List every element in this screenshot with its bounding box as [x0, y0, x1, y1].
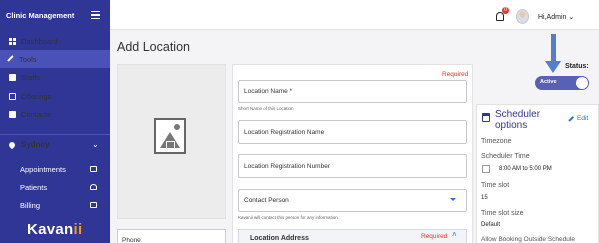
booking-outside-label: Allow Booking Outside Schedule	[481, 236, 575, 243]
kavanii-logo: Kavanii	[27, 221, 82, 238]
page-title: Add Location	[117, 40, 190, 54]
chevron-down-icon[interactable]: ⌄	[92, 140, 99, 149]
offerings-icon	[9, 92, 16, 100]
section-title: Location Address	[250, 235, 309, 242]
sidebar-item-label: Billing	[20, 200, 41, 210]
field-placeholder: Location Registration Name	[244, 128, 325, 136]
location-pin-icon	[7, 140, 17, 149]
app-title: Clinic Management	[6, 10, 75, 20]
edit-button[interactable]: Edit	[568, 115, 588, 122]
avatar[interactable]	[516, 9, 529, 24]
status-toggle[interactable]: Active	[535, 76, 589, 90]
sidebar-item-label: Tools	[19, 54, 37, 64]
sidebar-item-label: Patients	[20, 182, 48, 192]
contacts-icon	[9, 110, 16, 118]
sidebar-item-label: Offerings	[21, 91, 52, 101]
logo-accent: ii	[73, 221, 83, 238]
scheduler-time-label: Scheduler Time	[481, 153, 530, 160]
sidebar-item-tools[interactable]: Tools	[0, 50, 110, 68]
sidebar-item-appointments[interactable]: Appointments	[0, 160, 110, 178]
arrow-annotation-head	[545, 61, 561, 73]
field-placeholder: Location Registration Number	[244, 162, 330, 170]
edit-label: Edit	[577, 115, 589, 122]
scheduler-title: Scheduler options	[495, 109, 541, 131]
sidebar-item-contacts[interactable]: Contacts	[0, 105, 110, 123]
time-slot-label: Time slot	[481, 182, 510, 189]
user-menu[interactable]: Hi,Admin ⌄	[538, 13, 574, 21]
location-name-field[interactable]: Location Name *	[238, 80, 467, 103]
location-name: Sydney	[21, 140, 50, 149]
logo-text: Kavan	[27, 221, 74, 238]
sidebar-item-staffs[interactable]: Staffs	[0, 68, 110, 86]
calendar-icon	[482, 113, 490, 122]
location-switcher[interactable]: Sydney	[7, 140, 50, 149]
dashboard-icon	[9, 37, 16, 45]
calendar-icon	[90, 166, 97, 172]
sidebar-item-label: Appointments	[20, 164, 66, 174]
field-placeholder: Contact Person	[244, 197, 289, 204]
time-slot-value: 15	[481, 195, 488, 201]
registration-name-field[interactable]: Location Registration Name	[238, 120, 467, 144]
staff-icon	[9, 73, 16, 81]
dropdown-arrow-icon	[450, 198, 456, 201]
address-required-label: Required	[421, 233, 448, 240]
card-icon	[90, 202, 97, 208]
sidebar-item-label: Staffs	[21, 72, 41, 82]
sidebar-item-label: Dashboard	[21, 36, 58, 46]
chevron-up-icon[interactable]: ˄	[452, 230, 457, 239]
sidebar-item-label: Contacts	[21, 109, 51, 119]
contact-person-hint: Kavanii will contact this person for any…	[238, 215, 340, 220]
image-placeholder-icon	[154, 118, 186, 154]
toggle-knob	[576, 77, 588, 89]
user-greeting: Hi,Admin	[538, 14, 567, 21]
notification-badge: 0	[502, 7, 509, 14]
time-slot-size-value: Default	[481, 222, 501, 228]
sidebar-item-offerings[interactable]: Offerings	[0, 87, 110, 105]
scheduler-time-checkbox[interactable]	[482, 165, 490, 173]
sidebar-item-billing[interactable]: Billing	[0, 196, 110, 214]
scheduler-time-value: 8:00 AM to 5:00 PM	[499, 166, 552, 172]
location-name-hint: Short Name of this Location	[238, 106, 294, 111]
required-label: Required	[442, 71, 469, 78]
registration-number-field[interactable]: Location Registration Number	[238, 154, 467, 178]
status-value: Active	[540, 79, 557, 85]
arrow-annotation-icon	[551, 34, 556, 62]
contact-person-select[interactable]: Contact Person	[238, 189, 467, 212]
wrench-icon	[7, 54, 16, 64]
field-placeholder: Location Name *	[244, 88, 293, 95]
sidebar-item-dashboard[interactable]: Dashboard	[0, 32, 110, 50]
timezone-label: Timezone	[481, 138, 512, 145]
menu-icon[interactable]	[91, 11, 100, 21]
phone-field[interactable]: Phone	[117, 229, 226, 243]
time-slot-size-label: Time slot size	[481, 210, 524, 217]
status-label: Status:	[565, 63, 589, 70]
pencil-icon	[568, 115, 574, 121]
sidebar-item-patients[interactable]: Patients	[0, 178, 110, 196]
chevron-down-icon: ⌄	[568, 14, 575, 21]
sidebar-divider	[0, 134, 110, 135]
people-icon	[90, 184, 97, 190]
